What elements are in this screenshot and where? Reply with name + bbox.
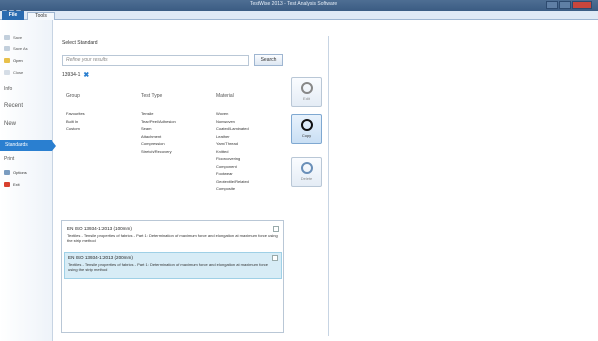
sidebar-item-label: Open (13, 58, 23, 63)
material-item[interactable]: Footwear (216, 170, 249, 178)
sidebar-item-close[interactable]: Close (4, 70, 23, 75)
list-item[interactable]: EN ISO 13934-1:2013 (200mm) Textiles - T… (64, 252, 282, 279)
title-bar: TestWise 2013 - Test Analysis Software (0, 0, 598, 15)
result-name: EN ISO 13934-1:2013 (100mm) (67, 226, 132, 231)
sidebar-item-label: Exit (13, 182, 20, 187)
material-item[interactable]: Floorcovering (216, 155, 249, 163)
ribbon-bar (0, 11, 598, 20)
sidebar-item-label: Save As (13, 46, 28, 51)
test-type-item[interactable]: Stretch/Recovery (141, 148, 176, 156)
copy-button[interactable]: Copy (291, 114, 322, 144)
delete-button-label: Delete (300, 176, 313, 181)
test-type-item[interactable]: Attachment (141, 133, 176, 141)
selected-standard-label: 13934-1 (62, 72, 81, 78)
sidebar-item-options[interactable]: Options (4, 170, 27, 175)
save-as-icon (4, 46, 10, 51)
result-name: EN ISO 13934-1:2013 (200mm) (68, 255, 133, 260)
exit-icon (4, 182, 10, 187)
group-column-header: Group (66, 93, 80, 99)
test-type-list: Tensile Tear/Peel/Adhesion Seam Attachme… (141, 110, 176, 155)
sidebar-item-exit[interactable]: Exit (4, 182, 20, 187)
delete-button[interactable]: Delete (291, 157, 322, 187)
test-type-item[interactable]: Compression (141, 140, 176, 148)
test-type-item[interactable]: Tensile (141, 110, 176, 118)
material-item[interactable]: Composite (216, 185, 249, 193)
test-type-column-header: Test Type (141, 93, 163, 99)
edit-icon (300, 82, 313, 94)
close-file-icon (4, 70, 10, 75)
minimize-button[interactable] (546, 1, 558, 9)
close-button[interactable] (572, 1, 592, 9)
sidebar-item-open[interactable]: Open (4, 58, 23, 63)
tab-tools[interactable]: Tools (27, 12, 55, 20)
favourite-checkbox[interactable] (273, 226, 279, 232)
delete-icon (300, 162, 313, 174)
window-title: TestWise 2013 - Test Analysis Software (250, 1, 338, 7)
sidebar-item-info[interactable]: Info (4, 86, 12, 92)
material-list: Woven Nonwoven Coated/Laminated Leather … (216, 110, 249, 193)
favourite-checkbox[interactable] (272, 255, 278, 261)
search-input[interactable]: Refine your results (62, 55, 249, 66)
edit-button[interactable]: Edit (291, 77, 322, 107)
options-icon (4, 170, 10, 175)
material-item[interactable]: Yarn/Thread (216, 140, 249, 148)
quick-access-toolbar[interactable] (2, 2, 32, 15)
material-item[interactable]: Woven (216, 110, 249, 118)
material-item[interactable]: Nonwoven (216, 118, 249, 126)
tab-file[interactable]: File (2, 11, 24, 20)
sidebar-item-label: Options (13, 170, 27, 175)
sidebar-item-label: Close (13, 70, 24, 75)
page-title: Select Standard (62, 40, 98, 46)
selected-standard-chip: 13934-1 ✖ (62, 71, 89, 79)
sidebar-item-print[interactable]: Print (4, 156, 14, 162)
material-item[interactable]: Coated/Laminated (216, 125, 249, 133)
material-item[interactable]: Leather (216, 133, 249, 141)
save-icon (4, 35, 10, 40)
material-item[interactable]: Knitted (216, 148, 249, 156)
test-type-item[interactable]: Seam (141, 125, 176, 133)
sidebar-item-standards[interactable]: Standards (0, 140, 56, 151)
folder-icon (4, 58, 10, 63)
maximize-button[interactable] (559, 1, 571, 9)
sidebar-item-label: Save (13, 35, 23, 40)
group-list: Favourites Built In Custom (66, 110, 85, 133)
material-item[interactable]: Geotextile/Related (216, 178, 249, 186)
backstage-sidebar (0, 20, 53, 341)
copy-button-label: Copy (301, 133, 312, 138)
result-description: Textiles - Tensile properties of fabrics… (67, 233, 278, 243)
window-controls (545, 1, 592, 10)
group-item[interactable]: Built In (66, 118, 85, 126)
group-item[interactable]: Custom (66, 125, 85, 133)
sidebar-item-save-as[interactable]: Save As (4, 46, 28, 51)
copy-icon (300, 119, 313, 131)
search-button[interactable]: Search (254, 54, 283, 66)
material-column-header: Material (216, 93, 234, 99)
sidebar-item-save[interactable]: Save (4, 35, 22, 40)
edit-button-label: Edit (303, 96, 310, 101)
test-type-item[interactable]: Tear/Peel/Adhesion (141, 118, 176, 126)
sidebar-item-new[interactable]: New (4, 121, 16, 127)
material-item[interactable]: Component (216, 163, 249, 171)
result-description: Textiles - Tensile properties of fabrics… (68, 262, 269, 272)
remove-filter-icon[interactable]: ✖ (83, 71, 89, 79)
results-list[interactable]: EN ISO 13934-1:2013 (100mm) Textiles - T… (61, 220, 284, 333)
sidebar-item-recent[interactable]: Recent (4, 103, 23, 109)
list-item[interactable]: EN ISO 13934-1:2013 (100mm) Textiles - T… (64, 224, 282, 251)
group-item[interactable]: Favourites (66, 110, 85, 118)
panel-divider (328, 36, 329, 336)
